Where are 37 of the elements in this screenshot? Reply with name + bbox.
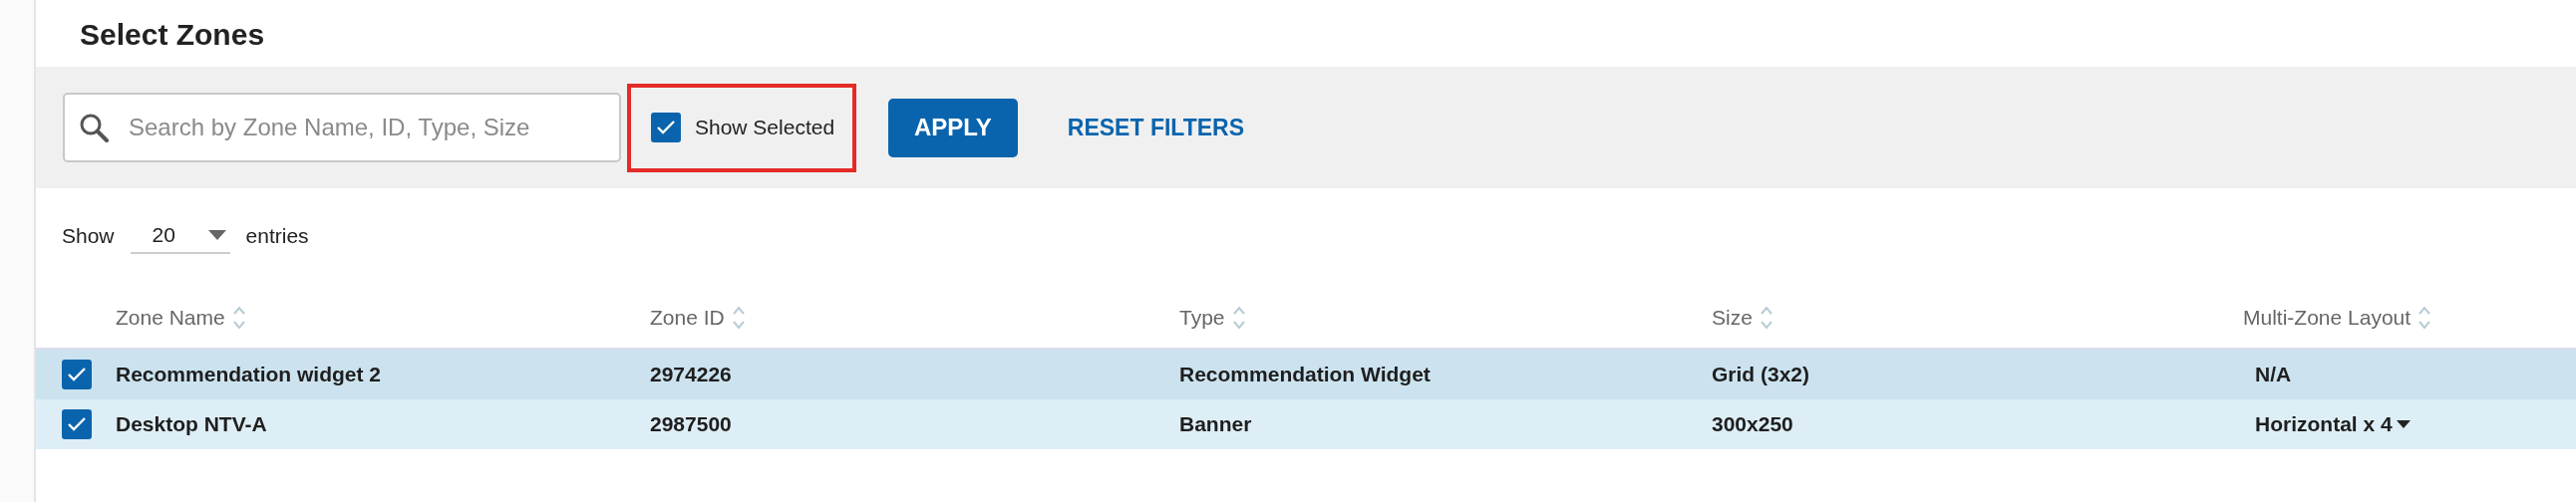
sort-icon[interactable]	[1760, 305, 1772, 331]
table-cell: Recommendation widget 2	[116, 363, 382, 386]
search-field[interactable]: Search by Zone Name, ID, Type, Size	[63, 93, 621, 162]
column-header[interactable]: Type	[1179, 306, 1225, 330]
table-cell: Recommendation Widget	[1179, 363, 1431, 386]
entries-dropdown[interactable]: 20	[130, 218, 230, 254]
sort-icon[interactable]	[2418, 305, 2431, 331]
column-header[interactable]: Zone ID	[650, 306, 725, 330]
row-checkbox[interactable]	[62, 360, 92, 389]
sort-icon[interactable]	[732, 305, 745, 331]
sort-icon[interactable]	[1232, 305, 1245, 331]
checkmark-icon	[67, 367, 87, 382]
column-header[interactable]: Size	[1712, 306, 1753, 330]
table-cell: Horizontal x 4	[2255, 412, 2393, 436]
table-cell: 300x250	[1712, 412, 1793, 436]
checkmark-icon	[656, 120, 676, 135]
column-header[interactable]: Multi-Zone Layout	[2243, 306, 2412, 330]
reset-filters-link[interactable]: RESET FILTERS	[1067, 114, 1244, 141]
sort-icon[interactable]	[232, 305, 245, 331]
column-header[interactable]: Zone Name	[116, 306, 225, 330]
table-cell: N/A	[2255, 363, 2292, 386]
caret-icon[interactable]	[2396, 420, 2411, 428]
checkmark-icon	[67, 416, 87, 432]
table-cell: Desktop NTV-A	[116, 412, 267, 436]
entries-label: entries	[245, 224, 309, 248]
table-cell: Grid (3x2)	[1712, 363, 1810, 386]
row-checkbox[interactable]	[62, 409, 92, 439]
checkbox-label[interactable]: Show Selected	[695, 116, 835, 139]
caret-icon	[207, 230, 226, 240]
table-cell: Banner	[1179, 412, 1252, 436]
show-label: Show	[62, 224, 115, 248]
table-cell: 2987500	[650, 412, 732, 436]
apply-button[interactable]: APPLY	[888, 98, 1018, 157]
table-cell: 2974226	[650, 363, 732, 386]
checkbox[interactable]	[651, 113, 681, 142]
page-title: Select Zones	[79, 17, 266, 53]
search-icon	[79, 113, 109, 142]
